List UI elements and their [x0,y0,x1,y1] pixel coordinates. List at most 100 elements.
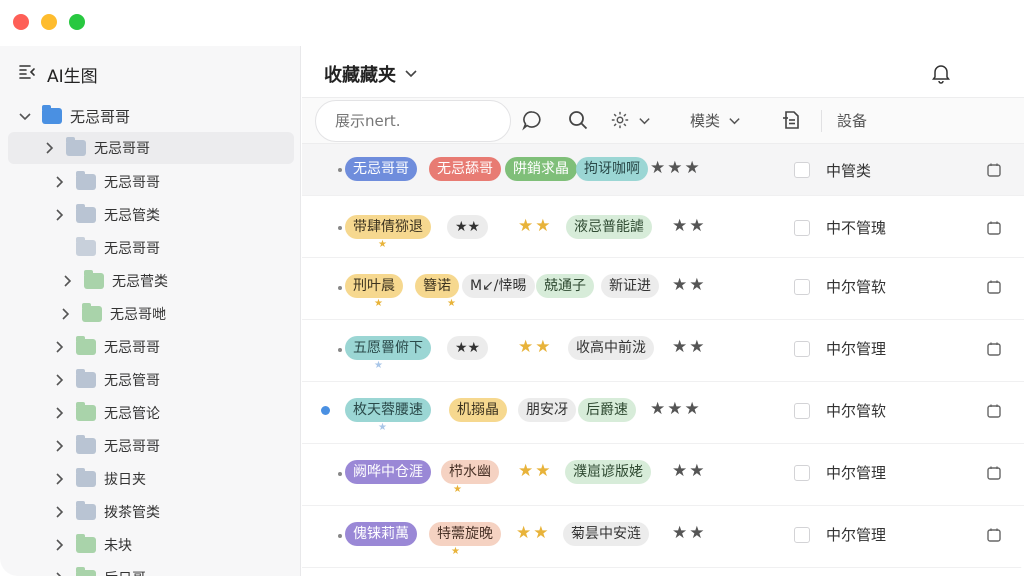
tag-chip[interactable]: 傀铼莉萬 [345,522,417,546]
list-row[interactable]: 枚天蓉腰速 ★ 机搦晶 朋安冴 后爵速 ★★★ 中尔管软 [302,382,1024,444]
tree-item[interactable]: 未块 [0,529,300,561]
tag-chip[interactable]: 无忌哥哥 [345,157,417,181]
chevron-right-icon[interactable] [58,307,72,321]
chevron-right-icon[interactable] [52,472,66,486]
collection-selector[interactable]: 收藏藏夹 [324,61,418,87]
minimize-window-button[interactable] [41,14,57,30]
tree-item[interactable]: 拔日夹 [0,463,300,495]
sidebar-header[interactable]: AI生图 [18,62,98,87]
open-item-icon[interactable] [986,527,1002,543]
tree-item[interactable]: 无忌管类 [0,199,300,231]
tag-chip[interactable]: 阙哗中仓涯 [345,460,431,484]
tree-item[interactable]: 无忌哥哥 [0,100,300,132]
equipment-button[interactable]: 設备 [837,110,867,131]
row-checkbox[interactable] [794,527,810,543]
tag-chip[interactable]: 五愿罾俯下 [345,336,431,360]
row-checkbox[interactable] [794,279,810,295]
tag-chip[interactable]: 液忌普能謔 [566,215,652,239]
document-icon[interactable] [780,109,802,131]
tag-chip[interactable]: ★★ [447,336,489,360]
tree-item[interactable]: 无忌哥哋 [0,298,300,330]
collapse-list-icon[interactable] [18,62,38,87]
rating-stars[interactable]: ★★ [672,216,706,236]
tree-item[interactable]: 无忌管哥 [0,364,300,396]
tree-item[interactable]: 无忌管论 [0,397,300,429]
chevron-right-icon[interactable] [52,538,66,552]
open-item-icon[interactable] [986,220,1002,236]
tree-item[interactable]: 无忌哥哥 [0,430,300,462]
search-icon[interactable] [567,109,589,131]
chevron-down-icon[interactable] [18,109,32,123]
list-row[interactable]: 刑叶晨 ★ 簪诺 ★ M↙/悻晹 兢通子 新证进 ★★ 中尔管软 [302,258,1024,320]
row-checkbox[interactable] [794,465,810,481]
list-row[interactable]: 傀铼莉萬 特薷旋晚 ★ ★★ 菊昙中安涟 ★★ 中尔管理 [302,506,1024,568]
tag-chip[interactable]: 簪诺 [415,274,459,298]
search-input[interactable]: 展示nert. [315,100,511,142]
rating-stars[interactable]: ★★ [672,275,706,295]
chevron-right-icon[interactable] [52,340,66,354]
tag-chip[interactable]: 朋安冴 [518,398,576,422]
chevron-right-icon[interactable] [60,274,74,288]
tree-item[interactable]: 无忌哥哥 [8,132,294,164]
tag-chip[interactable]: 拘讶咖啊 [576,157,648,181]
rating-stars[interactable]: ★★ [518,216,552,236]
list-row[interactable]: 五愿罾俯下 ★ ★★ ★★ 收高中前泷 ★★ 中尔管理 [302,320,1024,382]
row-checkbox[interactable] [794,403,810,419]
open-item-icon[interactable] [986,465,1002,481]
tag-chip[interactable]: 兢通子 [536,274,594,298]
row-checkbox[interactable] [794,341,810,357]
close-window-button[interactable] [13,14,29,30]
rating-stars[interactable]: ★★★ [650,158,702,178]
tree-item[interactable]: 后日哥 [0,562,300,576]
rating-stars[interactable]: ★★ [672,461,706,481]
tag-chip[interactable]: 后爵速 [578,398,636,422]
tag-chip[interactable]: 栉水幽 [441,460,499,484]
zoom-window-button[interactable] [69,14,85,30]
settings-dropdown[interactable] [610,110,651,130]
tag-chip[interactable]: 无忌舔哥 [429,157,501,181]
tree-item[interactable]: 拨茶管类 [0,496,300,528]
rating-stars[interactable]: ★★ [516,523,550,543]
tag-chip[interactable]: 收高中前泷 [568,336,654,360]
row-checkbox[interactable] [794,162,810,178]
tree-item[interactable]: 无忌哥哥 [0,331,300,363]
open-item-icon[interactable] [986,341,1002,357]
rating-stars[interactable]: ★★ [518,337,552,357]
tag-chip[interactable]: ★★ [447,215,489,239]
chat-bubble-icon[interactable] [521,109,543,131]
open-item-icon[interactable] [986,279,1002,295]
tree-item[interactable]: 无忌菅类 [0,265,300,297]
list-row[interactable]: 阙哗中仓涯 栉水幽 ★ ★★ 濮崫谚版姥 ★★ 中尔管理 [302,444,1024,506]
tag-chip[interactable]: 刑叶晨 [345,274,403,298]
chevron-right-icon[interactable] [52,208,66,222]
tag-chip[interactable]: 带肆倩猕退 [345,215,431,239]
tag-chip[interactable]: 特薷旋晚 [429,522,501,546]
open-item-icon[interactable] [986,162,1002,178]
rating-stars[interactable]: ★★ [672,337,706,357]
chevron-right-icon[interactable] [52,571,66,576]
tag-chip[interactable]: 阱銷求晶 [505,157,577,181]
rating-stars[interactable]: ★★ [518,461,552,481]
rating-stars[interactable]: ★★ [672,523,706,543]
tag-chip[interactable]: 新证进 [601,274,659,298]
open-item-icon[interactable] [986,403,1002,419]
tree-item[interactable]: 无忌哥哥 [0,232,300,264]
tag-chip[interactable]: 机搦晶 [449,398,507,422]
chevron-right-icon[interactable] [52,175,66,189]
rating-stars[interactable]: ★★★ [650,399,702,419]
chevron-right-icon[interactable] [52,406,66,420]
list-row[interactable]: 无忌哥哥 无忌舔哥 阱銷求晶 拘讶咖啊 ★★★ 中管类 [302,144,1024,196]
tag-chip[interactable]: M↙/悻晹 [462,274,535,298]
chevron-right-icon[interactable] [52,439,66,453]
chevron-right-icon[interactable] [52,505,66,519]
tree-item[interactable]: 无忌哥哥 [0,166,300,198]
category-filter-dropdown[interactable]: 模类 [690,110,741,131]
chevron-right-icon[interactable] [42,141,56,155]
tag-chip[interactable]: 菊昙中安涟 [563,522,649,546]
tag-chip[interactable]: 枚天蓉腰速 [345,398,431,422]
tag-chip[interactable]: 濮崫谚版姥 [565,460,651,484]
chevron-right-icon[interactable] [52,373,66,387]
bell-icon[interactable] [930,62,952,84]
list-row[interactable]: 带肆倩猕退 ★ ★★ ★★ 液忌普能謔 ★★ 中不管瑰 [302,196,1024,258]
row-checkbox[interactable] [794,220,810,236]
